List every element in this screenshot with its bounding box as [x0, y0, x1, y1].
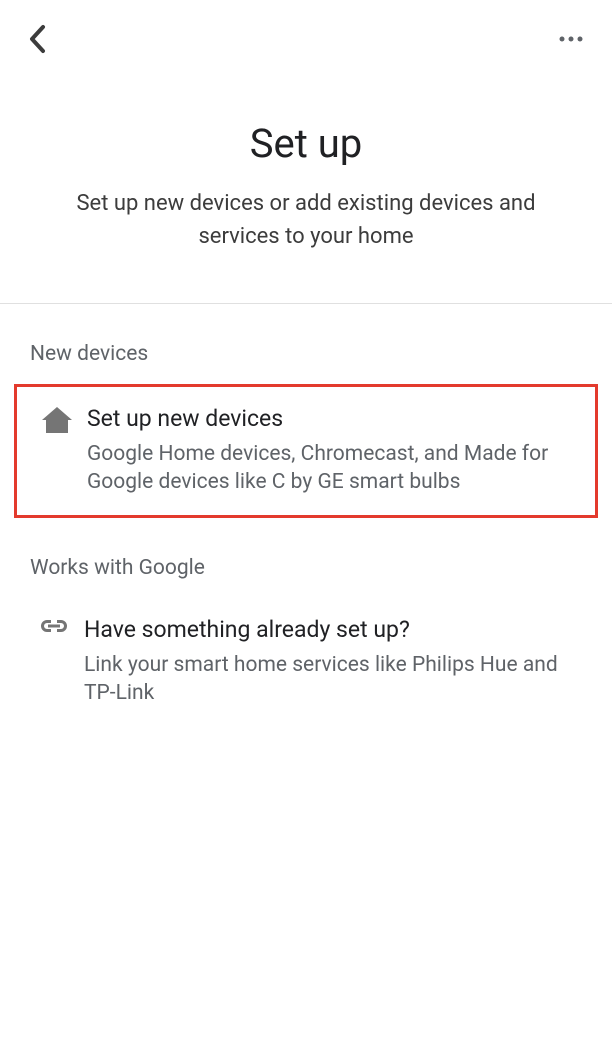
section-label-new-devices: New devices — [0, 304, 612, 384]
top-bar — [0, 0, 612, 60]
page-title: Set up — [40, 120, 572, 167]
list-item-setup-new-devices[interactable]: Set up new devices Google Home devices, … — [14, 384, 598, 518]
list-item-link-service[interactable]: Have something already set up? Link your… — [0, 598, 612, 726]
section-label-works-with-google: Works with Google — [0, 518, 612, 598]
chevron-left-icon — [28, 24, 48, 54]
more-horizontal-icon — [558, 35, 584, 43]
link-icon — [24, 616, 84, 634]
page-subtitle: Set up new devices or add existing devic… — [40, 187, 572, 253]
list-item-title: Have something already set up? — [84, 616, 588, 643]
list-item-content: Have something already set up? Link your… — [84, 616, 588, 708]
more-button[interactable] — [552, 29, 590, 49]
list-item-title: Set up new devices — [87, 405, 585, 432]
back-button[interactable] — [22, 18, 54, 60]
list-item-content: Set up new devices Google Home devices, … — [87, 405, 585, 497]
home-icon — [27, 405, 87, 433]
hero-section: Set up Set up new devices or add existin… — [0, 60, 612, 303]
list-item-desc: Google Home devices, Chromecast, and Mad… — [87, 440, 585, 497]
list-item-desc: Link your smart home services like Phili… — [84, 651, 588, 708]
